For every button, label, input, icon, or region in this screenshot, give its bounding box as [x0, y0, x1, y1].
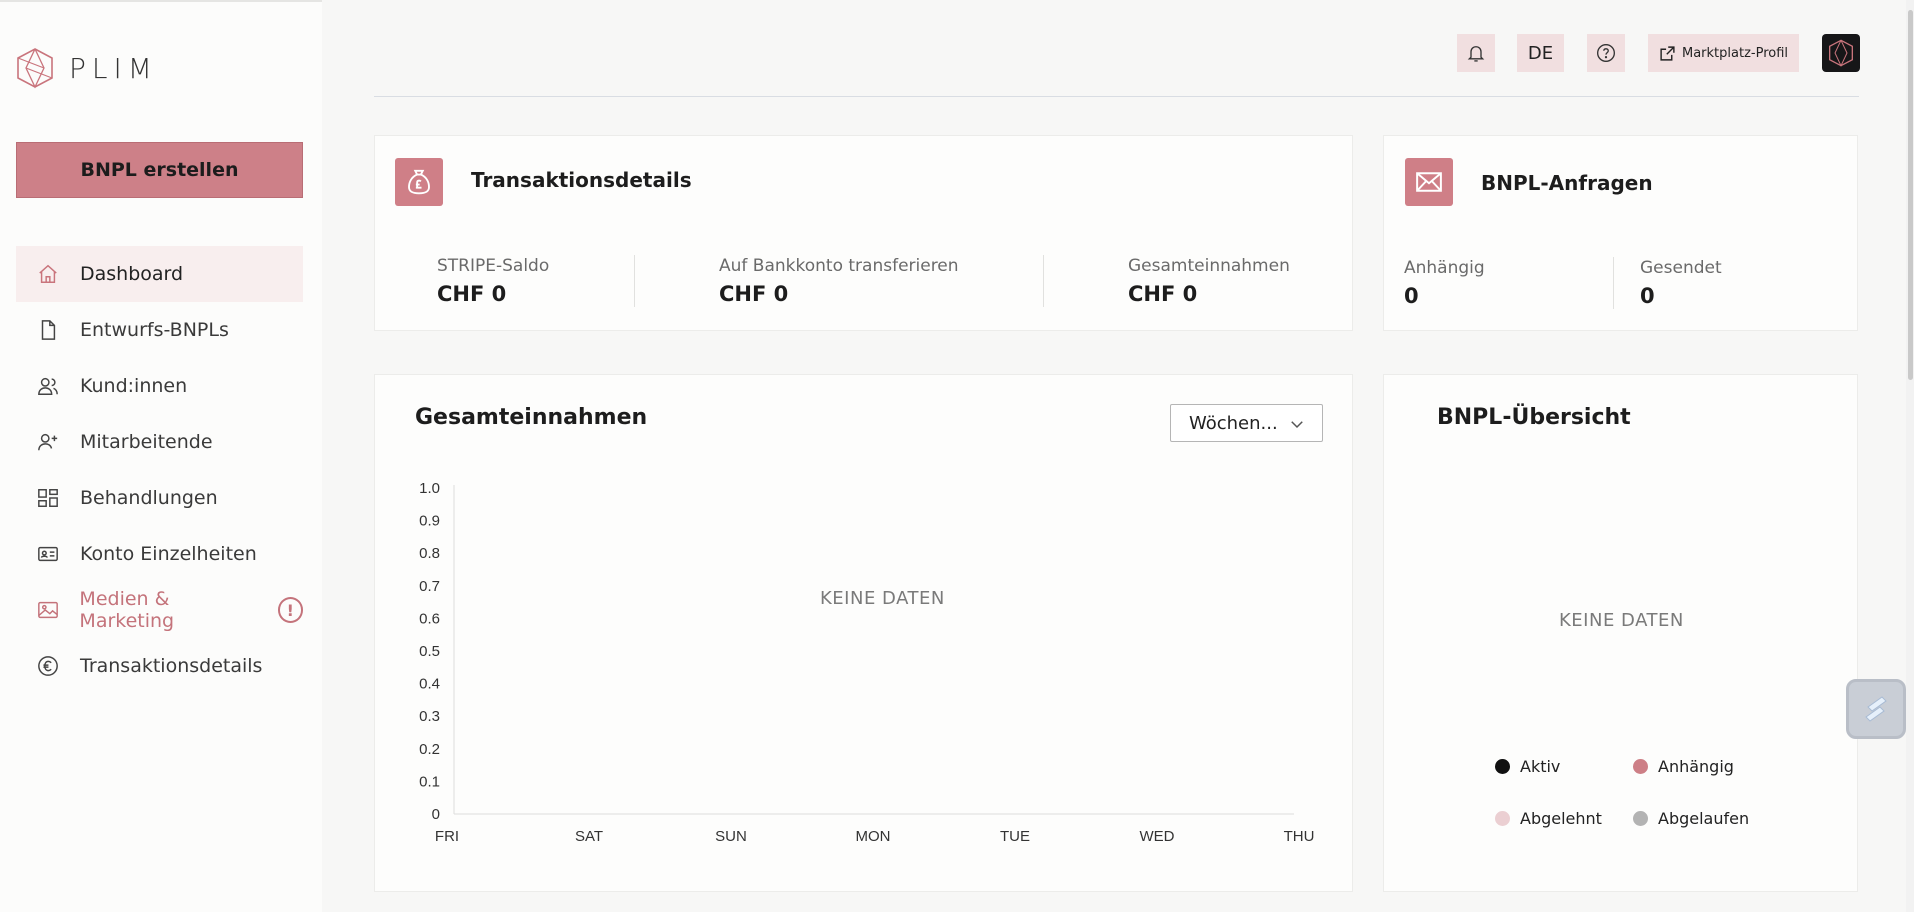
avatar-logo-icon: [1829, 39, 1853, 67]
scrollbar-thumb[interactable]: [1908, 10, 1913, 380]
home-icon: [36, 262, 60, 286]
sidebar: PLIM BNPL erstellen Dashboard Entwurfs-B…: [0, 0, 322, 912]
users-icon: [36, 374, 60, 398]
legend-label: Abgelehnt: [1520, 809, 1602, 828]
pending-value: 0: [1404, 284, 1419, 308]
legend-dot: [1633, 759, 1648, 774]
sent-label: Gesendet: [1640, 258, 1722, 278]
widget-logo-icon: [1865, 696, 1887, 722]
y-tick-label: 0.6: [419, 610, 440, 627]
sidebar-item-label: Konto Einzelheiten: [80, 543, 257, 565]
overview-no-data: KEINE DATEN: [1559, 610, 1684, 631]
alert-icon: !: [277, 597, 304, 623]
overview-title: BNPL-Übersicht: [1437, 405, 1631, 430]
y-tick-label: 0.3: [419, 708, 440, 725]
requests-title: BNPL-Anfragen: [1481, 171, 1653, 195]
legend-label: Abgelaufen: [1658, 809, 1750, 828]
sidebar-item-label: Entwurfs-BNPLs: [80, 319, 229, 341]
sidebar-nav: Dashboard Entwurfs-BNPLs Kund:innen Mita…: [16, 246, 304, 694]
sidebar-item-label: Behandlungen: [80, 487, 218, 509]
x-tick-label: WED: [1140, 828, 1175, 845]
x-tick-label: SUN: [715, 828, 747, 845]
stat-divider: [1043, 255, 1044, 307]
legend-item-expired: Abgelaufen: [1633, 809, 1749, 828]
legend-label: Aktiv: [1520, 757, 1561, 776]
legend-dot: [1633, 811, 1648, 826]
y-tick-label: 0.8: [419, 545, 440, 562]
total-revenue-value: CHF 0: [1128, 282, 1198, 306]
legend-dot: [1495, 759, 1510, 774]
bell-icon: [1467, 46, 1485, 62]
x-tick-label: SAT: [575, 828, 603, 845]
money-bag-icon: [395, 158, 443, 206]
pending-label: Anhängig: [1404, 258, 1485, 278]
legend-label: Anhängig: [1658, 757, 1734, 776]
topbar: [374, 0, 1859, 97]
create-bnpl-button[interactable]: BNPL erstellen: [16, 142, 303, 198]
language-button[interactable]: DE: [1517, 34, 1564, 72]
help-button[interactable]: [1587, 34, 1625, 72]
legend-item-declined: Abgelehnt: [1495, 809, 1602, 828]
legend-dot: [1495, 811, 1510, 826]
y-tick-label: 0: [432, 806, 440, 823]
x-tick-label: THU: [1284, 828, 1315, 845]
notifications-button[interactable]: [1457, 34, 1495, 72]
sidebar-item-label: Kund:innen: [80, 375, 188, 397]
sidebar-item-employees[interactable]: Mitarbeitende: [16, 414, 303, 470]
euro-icon: [36, 654, 60, 678]
logo[interactable]: PLIM: [15, 47, 158, 89]
sidebar-item-label: Mitarbeitende: [80, 431, 213, 453]
help-icon: [1597, 44, 1615, 62]
stripe-balance-label: STRIPE-Saldo: [437, 256, 550, 276]
total-revenue-label: Gesamteinnahmen: [1128, 256, 1290, 276]
y-tick-label: 0.5: [419, 643, 440, 660]
y-tick-label: 0.4: [419, 676, 440, 693]
y-tick-label: 0.1: [419, 773, 440, 790]
sidebar-item-draft-bnpls[interactable]: Entwurfs-BNPLs: [16, 302, 303, 358]
stat-divider: [634, 255, 635, 307]
avatar[interactable]: [1822, 34, 1860, 72]
bank-transfer-value: CHF 0: [719, 282, 789, 306]
sidebar-item-transactions[interactable]: Transaktionsdetails: [16, 638, 303, 694]
sidebar-item-label: Dashboard: [80, 263, 184, 285]
id-card-icon: [36, 542, 60, 566]
revenue-chart: 1.0 0.9 0.8 0.7 0.6 0.5 0.4 0.3 0.2 0.1 0 FRI SAT SUN…: [419, 480, 1315, 845]
marketplace-profile-button[interactable]: Marktplatz-Profil: [1648, 34, 1799, 72]
overview-card: BNPL-Übersicht KEINE DATEN Aktiv Anhängi…: [1383, 374, 1858, 892]
sidebar-item-treatments[interactable]: Behandlungen: [16, 470, 303, 526]
envelope-icon: [1405, 158, 1453, 206]
sent-value: 0: [1640, 284, 1655, 308]
y-tick-label: 0.2: [419, 741, 440, 758]
user-plus-icon: [36, 430, 60, 454]
document-icon: [36, 318, 60, 342]
image-icon: [36, 598, 59, 622]
sidebar-item-label: Transaktionsdetails: [80, 655, 263, 677]
legend-item-pending: Anhängig: [1633, 757, 1734, 776]
logo-text: PLIM: [69, 51, 158, 85]
sidebar-item-account-details[interactable]: Konto Einzelheiten: [16, 526, 303, 582]
y-tick-label: 0.9: [419, 513, 440, 530]
marketplace-profile-label: Marktplatz-Profil: [1681, 45, 1789, 61]
support-widget-button[interactable]: [1846, 679, 1906, 739]
x-tick-label: MON: [856, 828, 891, 845]
sidebar-item-label: Medien & Marketing: [79, 588, 175, 632]
grid-icon: [36, 486, 60, 510]
stat-divider: [1613, 257, 1614, 309]
stripe-balance-value: CHF 0: [437, 282, 507, 306]
plim-logo-icon: [17, 48, 53, 89]
sidebar-item-media-marketing[interactable]: Medien & Marketing !: [16, 582, 304, 638]
y-tick-label: 1.0: [419, 480, 440, 497]
revenue-no-data: KEINE DATEN: [820, 588, 945, 609]
sidebar-item-customers[interactable]: Kund:innen: [16, 358, 303, 414]
x-tick-label: TUE: [1000, 828, 1030, 845]
sidebar-item-dashboard[interactable]: Dashboard: [16, 246, 303, 302]
y-tick-label: 0.7: [419, 578, 440, 595]
transactions-title: Transaktionsdetails: [471, 168, 692, 192]
bank-transfer-label: Auf Bankkonto transferieren: [719, 256, 959, 276]
requests-card: BNPL-Anfragen Anhängig 0 Gesendet 0: [1383, 135, 1858, 331]
legend-item-active: Aktiv: [1495, 757, 1560, 776]
transactions-card: Transaktionsdetails STRIPE-Saldo CHF 0 A…: [374, 135, 1353, 331]
x-tick-label: FRI: [435, 828, 459, 845]
external-link-icon: [1660, 45, 1675, 61]
